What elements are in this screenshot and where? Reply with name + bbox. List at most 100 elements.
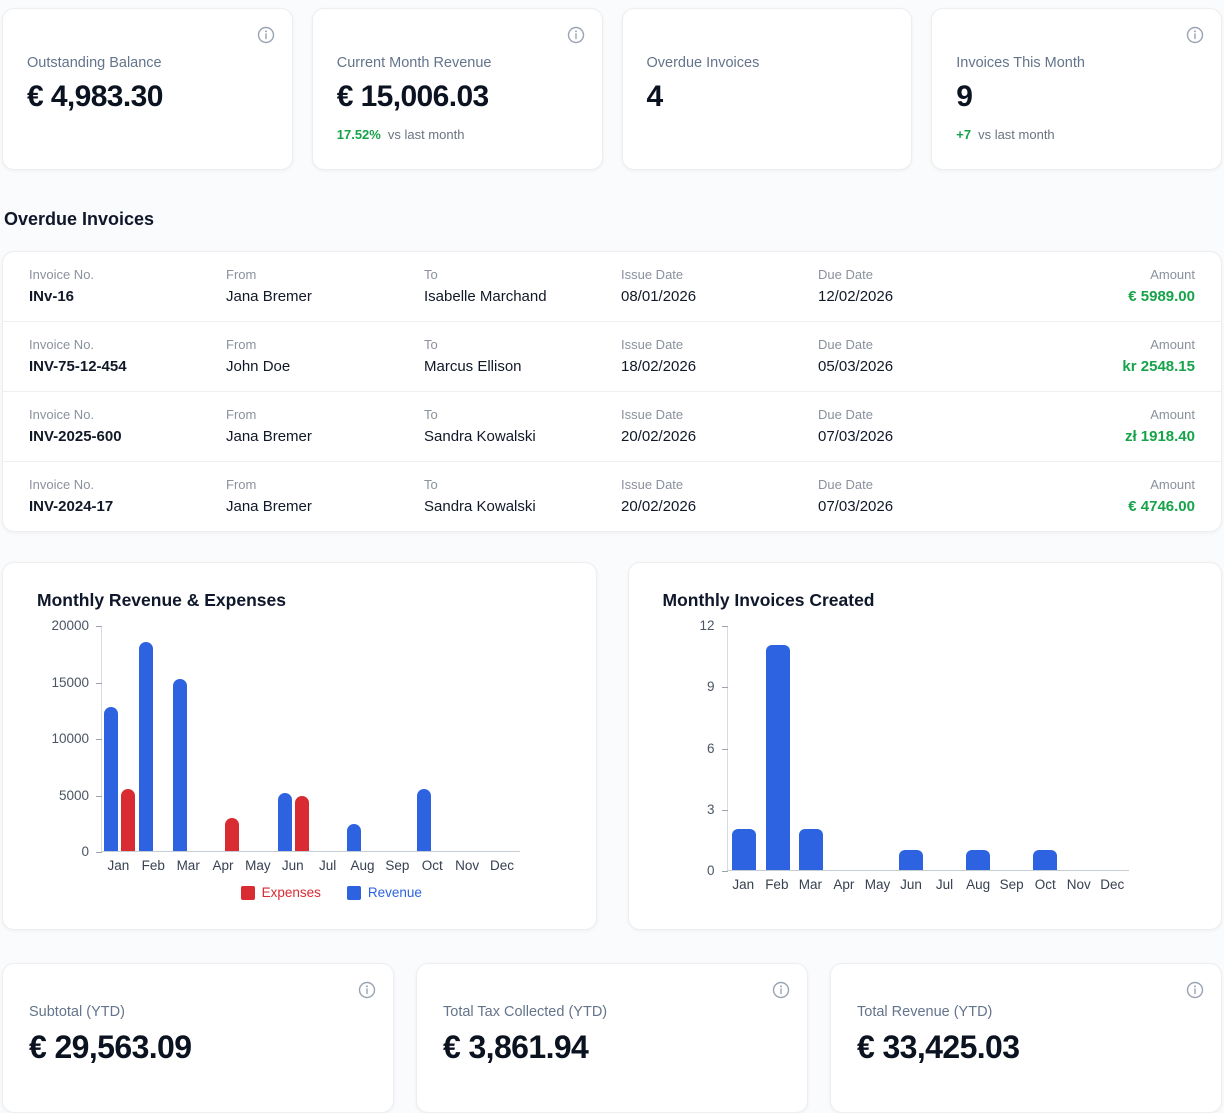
bar-group-jul xyxy=(928,626,961,870)
from-cell: From Jana Bremer xyxy=(226,407,424,445)
axis-tick xyxy=(96,626,102,627)
x-tick-label: Sep xyxy=(995,877,1029,892)
y-tick-label: 9 xyxy=(663,679,715,695)
info-icon[interactable] xyxy=(771,980,791,1000)
bar-group-sep xyxy=(380,626,415,851)
legend-item-expenses[interactable]: Expenses xyxy=(241,885,321,900)
invoices-bar-mar[interactable] xyxy=(799,829,823,870)
invoices-bar-jan[interactable] xyxy=(732,829,756,870)
x-tick-label: Feb xyxy=(760,877,794,892)
x-tick-label: Nov xyxy=(1062,877,1096,892)
stat-card-overdue-invoices: Overdue Invoices 4 xyxy=(622,8,913,170)
y-axis: 05000100001500020000 xyxy=(37,626,101,852)
axis-tick xyxy=(722,871,728,872)
bar-group-oct xyxy=(1029,626,1062,870)
invoice-number-value: INV-2024-17 xyxy=(29,498,226,515)
stat-value: € 33,425.03 xyxy=(857,1029,1195,1066)
x-tick-label: Jan xyxy=(101,858,136,873)
issue-date-value: 20/02/2026 xyxy=(621,428,818,445)
charts-row: Monthly Revenue & Expenses 0500010000150… xyxy=(2,562,1222,930)
bar-group-mar xyxy=(794,626,827,870)
legend-swatch xyxy=(241,886,255,900)
stat-card-current-month-revenue: Current Month Revenue € 15,006.03 17.52%… xyxy=(312,8,603,170)
due-date-value: 07/03/2026 xyxy=(818,498,1015,515)
invoice-number-value: INv-16 xyxy=(29,288,226,305)
axis-tick xyxy=(96,796,102,797)
axis-tick xyxy=(722,810,728,811)
column-label: Invoice No. xyxy=(29,407,226,422)
x-tick-label: Aug xyxy=(961,877,995,892)
bar-group-may xyxy=(861,626,894,870)
invoices-bar-oct[interactable] xyxy=(1033,850,1057,870)
column-label: Amount xyxy=(1015,267,1195,282)
chart-legend: Expenses Revenue xyxy=(101,885,562,900)
invoice-row[interactable]: Invoice No. INV-2024-17 From Jana Bremer… xyxy=(3,461,1221,531)
stat-card-invoices-this-month: Invoices This Month 9 +7 vs last month xyxy=(931,8,1222,170)
y-tick-label: 0 xyxy=(663,863,715,879)
info-icon[interactable] xyxy=(566,25,586,45)
top-stat-cards: Outstanding Balance € 4,983.30 Current M… xyxy=(2,8,1222,170)
column-label: Due Date xyxy=(818,337,1015,352)
issue-date-cell: Issue Date 20/02/2026 xyxy=(621,407,818,445)
stat-value: € 15,006.03 xyxy=(337,80,578,114)
delta-count: +7 xyxy=(956,127,971,142)
column-label: Amount xyxy=(1015,337,1195,352)
invoice-number-value: INV-2025-600 xyxy=(29,428,226,445)
invoices-bar-feb[interactable] xyxy=(766,645,790,870)
invoices-bar-jun[interactable] xyxy=(899,850,923,870)
expenses-bar-apr[interactable] xyxy=(225,818,239,851)
revenue-bar-feb[interactable] xyxy=(139,642,153,851)
info-icon[interactable] xyxy=(1185,980,1205,1000)
revenue-bar-jun[interactable] xyxy=(278,793,292,851)
due-date-cell: Due Date 07/03/2026 xyxy=(818,407,1015,445)
bar-group-jun xyxy=(895,626,928,870)
info-icon[interactable] xyxy=(256,25,276,45)
legend-item-revenue[interactable]: Revenue xyxy=(347,885,422,900)
stat-card-total-revenue-ytd: Total Revenue (YTD) € 33,425.03 xyxy=(830,963,1222,1113)
revenue-bar-oct[interactable] xyxy=(417,789,431,851)
x-tick-label: Sep xyxy=(380,858,415,873)
overdue-invoices-table: Invoice No. INv-16 From Jana Bremer To I… xyxy=(2,251,1222,532)
due-date-value: 12/02/2026 xyxy=(818,288,1015,305)
issue-date-value: 18/02/2026 xyxy=(621,358,818,375)
delta-label: vs last month xyxy=(388,127,465,142)
column-label: Amount xyxy=(1015,477,1195,492)
to-value: Sandra Kowalski xyxy=(424,498,621,515)
info-icon[interactable] xyxy=(357,980,377,1000)
invoices-created-chart: 036912JanFebMarAprMayJunJulAugSepOctNovD… xyxy=(663,626,1188,892)
x-tick-label: Jun xyxy=(275,858,310,873)
invoice-row[interactable]: Invoice No. INv-16 From Jana Bremer To I… xyxy=(3,252,1221,321)
to-value: Marcus Ellison xyxy=(424,358,621,375)
invoice-row[interactable]: Invoice No. INV-2025-600 From Jana Breme… xyxy=(3,391,1221,461)
stat-card-outstanding-balance: Outstanding Balance € 4,983.30 xyxy=(2,8,293,170)
revenue-bar-jan[interactable] xyxy=(104,707,118,851)
revenue-bar-aug[interactable] xyxy=(347,824,361,851)
bar-group-jan xyxy=(102,626,137,851)
bar-group-apr xyxy=(206,626,241,851)
revenue-bar-mar[interactable] xyxy=(173,679,187,851)
column-label: From xyxy=(226,337,424,352)
info-icon[interactable] xyxy=(1185,25,1205,45)
x-tick-label: May xyxy=(241,858,276,873)
stat-label: Total Tax Collected (YTD) xyxy=(443,1004,781,1020)
column-label: Invoice No. xyxy=(29,477,226,492)
amount-cell: Amount zł 1918.40 xyxy=(1015,407,1195,445)
expenses-bar-jan[interactable] xyxy=(121,789,135,851)
invoices-created-chart-title: Monthly Invoices Created xyxy=(663,590,1188,611)
invoice-row[interactable]: Invoice No. INV-75-12-454 From John Doe … xyxy=(3,321,1221,391)
column-label: Invoice No. xyxy=(29,267,226,282)
due-date-cell: Due Date 05/03/2026 xyxy=(818,337,1015,375)
bar-group-sep xyxy=(995,626,1028,870)
invoice-number-cell: Invoice No. INV-2025-600 xyxy=(29,407,226,445)
expenses-bar-jun[interactable] xyxy=(295,796,309,851)
bar-group-aug xyxy=(346,626,381,851)
delta-percent: 17.52% xyxy=(337,127,381,142)
y-tick-label: 15000 xyxy=(37,675,89,691)
y-axis: 036912 xyxy=(663,626,727,871)
issue-date-value: 08/01/2026 xyxy=(621,288,818,305)
stat-card-total-tax-collected-ytd: Total Tax Collected (YTD) € 3,861.94 xyxy=(416,963,808,1113)
bar-group-feb xyxy=(137,626,172,851)
invoices-bar-aug[interactable] xyxy=(966,850,990,870)
stat-label: Total Revenue (YTD) xyxy=(857,1004,1195,1020)
legend-swatch xyxy=(347,886,361,900)
